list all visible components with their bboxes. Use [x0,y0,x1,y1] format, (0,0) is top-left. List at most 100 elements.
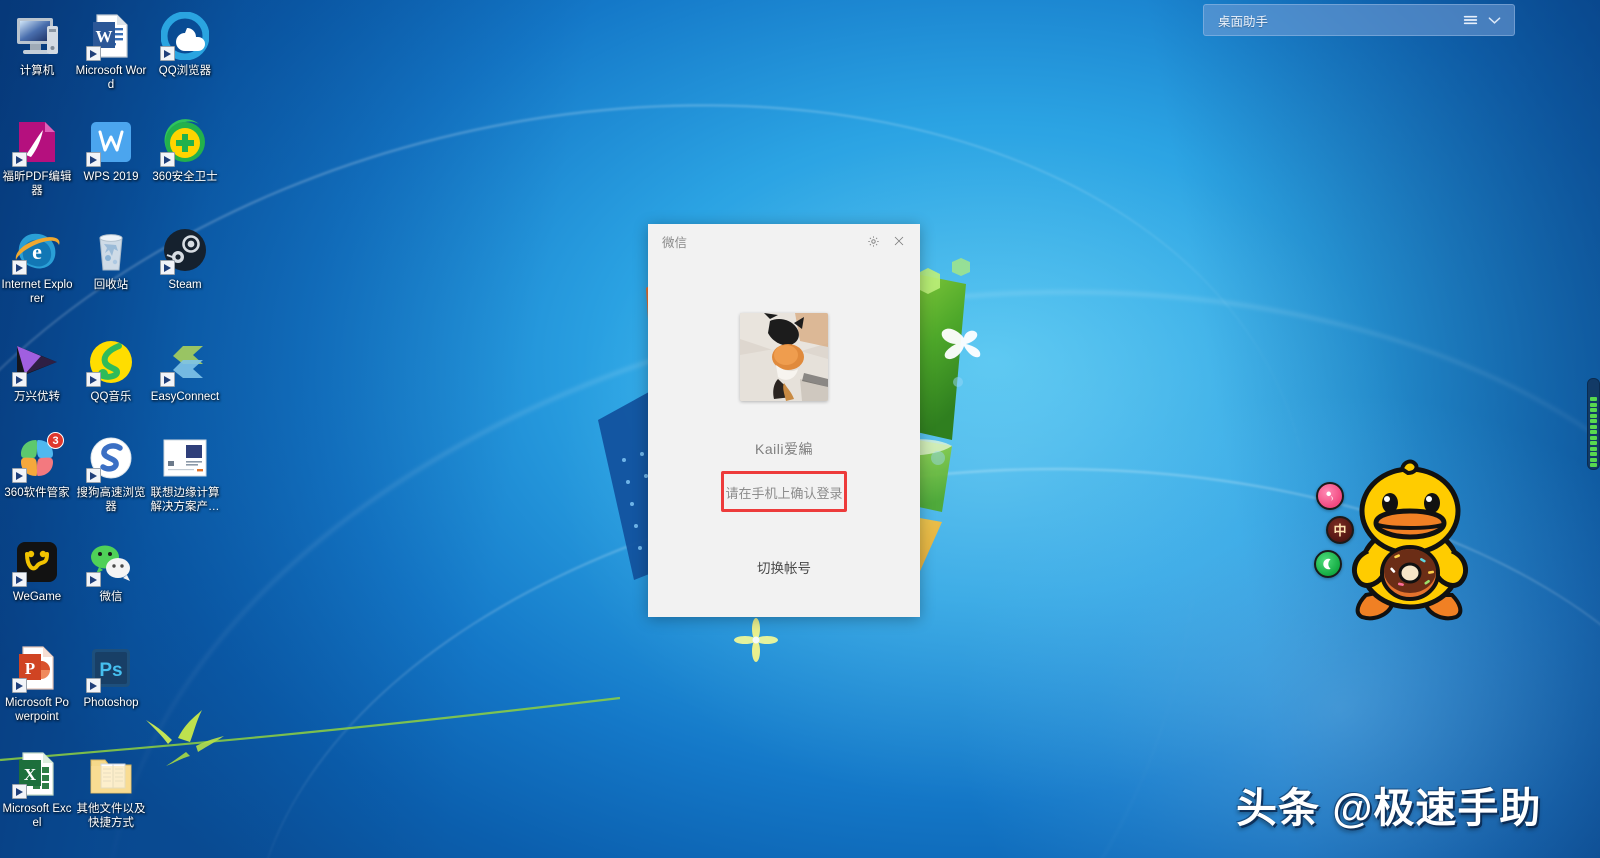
desktop-icon-spacer [148,746,222,830]
shortcut-overlay-icon [12,784,27,799]
desktop-icon-label: Microsoft Powerpoint [5,697,69,723]
desktop-icon-label: 回收站 [93,279,129,291]
desktop-icon-qq-music[interactable]: QQ音乐 [74,334,148,404]
desktop-icon-label: Microsoft Excel [2,803,72,829]
desktop-icon-grid: 计算机 W Microsoft Word QQ浏览器 福昕PDF编辑器 WPS … [0,8,240,830]
meter-segment [1590,446,1597,451]
meter-segment [1590,413,1597,418]
meter-segment [1590,397,1597,401]
shortcut-overlay-icon [86,372,101,387]
icon-row: 福昕PDF编辑器 WPS 2019 360安全卫士 [0,114,240,198]
desktop-icon-wps-2019[interactable]: WPS 2019 [74,114,148,198]
desktop-icon-label: EasyConnect [150,391,220,403]
meter-segment [1590,408,1597,412]
icon-row: 计算机 W Microsoft Word QQ浏览器 [0,8,240,92]
desktop-icon-wechat[interactable]: 微信 [74,534,148,604]
desktop-icon-wegame[interactable]: WeGame [0,534,74,604]
desktop-icon-label: 计算机 [19,65,55,77]
shortcut-overlay-icon [12,372,27,387]
sogou-duck-mascot[interactable] [1336,455,1486,625]
desktop-assistant-widget[interactable]: 桌面助手 [1203,4,1515,36]
document-thumb-icon [161,434,209,482]
desktop-icon-computer[interactable]: 计算机 [0,8,74,92]
shortcut-overlay-icon [160,372,175,387]
hamburger-menu-icon[interactable] [1458,9,1482,31]
desktop-icon-wondershare[interactable]: 万兴优转 [0,334,74,404]
desktop-icon-label: 搜狗高速浏览器 [76,487,146,513]
meter-segment [1590,419,1597,423]
meter-segment [1590,463,1597,467]
qq-music-icon [86,338,135,387]
wechat-login-dialog[interactable]: 微信 Kaili爱編 请在手机上确认登录 切换帐号 [648,224,920,617]
pink-bubble-icon [1326,491,1333,501]
close-icon[interactable] [886,229,912,253]
sogou-browser-icon [86,434,135,483]
desktop-icon-360-software[interactable]: 3 360软件管家 [0,430,74,514]
desktop-icon-steam[interactable]: Steam [148,222,222,306]
desktop-icon-label: 万兴优转 [14,391,60,403]
shortcut-overlay-icon [86,468,101,483]
desktop-icon-label: WPS 2019 [83,171,139,183]
qq-browser-icon [160,11,210,61]
gear-icon[interactable] [860,229,886,253]
desktop-icon-lenovo-edge[interactable]: 联想边缘计算解决方案产… [148,430,222,514]
desktop-icon-label: Microsoft Word [75,65,147,91]
desktop-icon-qq-browser[interactable]: QQ浏览器 [148,8,222,92]
shortcut-overlay-icon [86,572,101,587]
desktop-icon-label: Internet Explorer [1,279,73,305]
moon-icon [1323,558,1331,570]
wechat-window-title: 微信 [662,235,688,250]
powerpoint-icon: P [12,644,61,693]
shortcut-overlay-icon [86,152,101,167]
notification-badge: 3 [47,432,64,449]
desktop-icon-label: 联想边缘计算解决方案产… [150,487,220,513]
meter-segment [1590,441,1597,445]
360-safe-icon [160,118,209,167]
desktop-icon-photoshop[interactable]: Ps Photoshop [74,640,148,724]
desktop[interactable]: 计算机 W Microsoft Word QQ浏览器 福昕PDF编辑器 WPS … [0,0,1600,858]
icon-row: P Microsoft Powerpoint Ps Photoshop [0,640,240,724]
desktop-icon-microsoft-powerpoint[interactable]: P Microsoft Powerpoint [0,640,74,724]
wechat-titlebar[interactable]: 微信 [648,224,920,258]
shortcut-overlay-icon [12,152,27,167]
icon-row: e Internet Explorer 回收站 Steam [0,222,240,306]
desktop-icon-internet-explorer[interactable]: e Internet Explorer [0,222,74,306]
computer-icon [13,12,61,60]
desktop-icon-label: Steam [168,279,202,291]
confirm-on-phone-prompt[interactable]: 请在手机上确认登录 [724,475,844,510]
svg-text:e: e [32,239,42,264]
shortcut-overlay-icon [86,46,101,61]
switch-account-link[interactable]: 切换帐号 [757,557,811,577]
desktop-icon-360-safe[interactable]: 360安全卫士 [148,114,222,198]
meter-segment [1590,430,1597,434]
photoshop-icon: Ps [86,644,135,693]
desktop-icon-spacer [148,534,222,604]
folder-icon [87,750,135,798]
wegame-icon [12,538,61,587]
desktop-icon-label: Photoshop [83,697,139,709]
desktop-icon-other-files[interactable]: 其他文件以及快捷方式 [74,746,148,830]
desktop-icon-easyconnect[interactable]: EasyConnect [148,334,222,404]
word-icon: W [86,12,135,61]
desktop-icon-sogou-browser[interactable]: 搜狗高速浏览器 [74,430,148,514]
desktop-icon-label: WeGame [12,591,62,603]
desktop-icon-microsoft-excel[interactable]: X Microsoft Excel [0,746,74,830]
wechat-icon [86,538,135,587]
meter-segment [1590,452,1597,456]
svg-text:W: W [96,27,113,46]
desktop-assistant-title: 桌面助手 [1218,14,1269,29]
desktop-icon-microsoft-word[interactable]: W Microsoft Word [74,8,148,92]
desktop-icon-label: 360软件管家 [4,487,70,499]
chevron-down-icon[interactable] [1482,9,1506,31]
volume-level-meter[interactable] [1587,378,1600,470]
svg-text:Ps: Ps [99,660,122,681]
desktop-icon-recycle-bin[interactable]: 回收站 [74,222,148,306]
foxit-pdf-icon [12,118,61,167]
ie-icon: e [12,226,61,275]
svg-text:X: X [24,765,37,784]
meter-segment [1590,402,1597,407]
avatar[interactable] [740,313,828,401]
wps-icon [86,118,135,167]
shortcut-overlay-icon [86,678,101,693]
desktop-icon-foxit-pdf[interactable]: 福昕PDF编辑器 [0,114,74,198]
